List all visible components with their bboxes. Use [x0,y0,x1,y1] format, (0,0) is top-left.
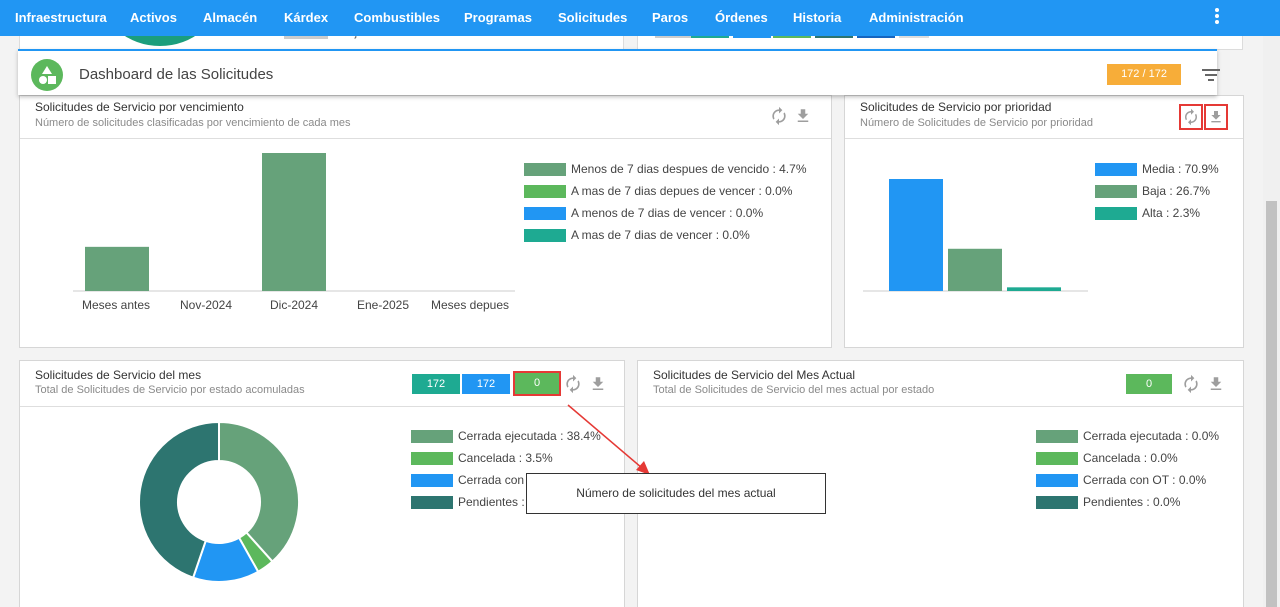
accumulated-badge[interactable]: 172 [462,374,510,394]
scroll-thumb[interactable] [1266,201,1277,607]
refresh-icon[interactable] [562,373,584,395]
bar-chart-prioridad [863,179,1088,292]
annotation-callout: Número de solicitudes del mes actual [526,473,826,514]
bar [1007,287,1061,291]
panel-subtitle: Número de solicitudes clasificadas por v… [35,117,351,129]
x-tick-label: Nov-2024 [179,298,233,312]
nav-activos[interactable]: Activos [130,10,177,25]
nav-administracion[interactable]: Administración [869,10,964,25]
panel-subtitle: Total de Solicitudes de Servicio por est… [35,384,305,396]
nav-infraestructura[interactable]: Infraestructura [15,10,107,25]
panel-title: Solicitudes de Servicio del Mes Actual [653,368,856,382]
download-icon[interactable] [1205,373,1227,395]
shapes-icon [31,59,63,91]
nav-combustibles[interactable]: Combustibles [354,10,440,25]
download-icon[interactable] [792,105,814,127]
legend-swatch-above [284,36,328,39]
more-vert-icon[interactable] [1208,6,1226,26]
filter-list-icon[interactable] [1202,69,1220,83]
donut-chart-mes [138,420,300,583]
x-tick-label: Dic-2024 [269,298,319,312]
count-badge: 172 / 172 [1107,64,1181,85]
nav-paros[interactable]: Paros [652,10,688,25]
panel-title: Solicitudes de Servicio del mes [35,368,202,382]
refresh-icon[interactable] [768,105,790,127]
refresh-icon[interactable] [1179,104,1203,130]
total-badge[interactable]: 172 [412,374,460,394]
bar [948,248,1002,291]
x-tick-label: Meses antes [81,298,151,312]
panel-subtitle: Número de Solicitudes de Servicio por pr… [860,117,1093,129]
month-badge[interactable]: 0 [513,371,561,396]
nav-programas[interactable]: Programas [464,10,532,25]
nav-almacen[interactable]: Almacén [203,10,257,25]
panel-header: Solicitudes de Servicio por vencimiento … [20,96,831,139]
panel-vencimiento: Solicitudes de Servicio por vencimiento … [19,95,832,348]
x-tick-label: Ene-2025 [356,298,410,312]
nav-kardex[interactable]: Kárdex [284,10,328,25]
download-icon[interactable] [587,373,609,395]
panel-header: Solicitudes de Servicio del Mes Actual T… [638,361,1243,407]
page-title: Dashboard de las Solicitudes [79,66,274,83]
panel-above-right [637,36,1243,50]
panel-subtitle: Total de Solicitudes de Servicio del mes… [653,384,935,396]
bar [262,153,326,291]
month-badge[interactable]: 0 [1126,374,1172,394]
vertical-scrollbar[interactable] [1263,36,1280,607]
nav-historia[interactable]: Historia [793,10,841,25]
dashboard-header: Dashboard de las Solicitudes 172 / 172 [18,49,1220,95]
x-tick-label: Meses depues [430,298,510,312]
top-navigation: Infraestructura Activos Almacén Kárdex C… [0,0,1280,36]
panel-prioridad: Solicitudes de Servicio por prioridad Nú… [844,95,1244,348]
bar [889,179,943,291]
refresh-icon[interactable] [1180,373,1202,395]
download-icon[interactable] [1204,104,1228,130]
panel-title: Solicitudes de Servicio por prioridad [860,100,1052,114]
bar [85,246,149,291]
nav-ordenes[interactable]: Órdenes [715,10,768,25]
panel-header: Solicitudes de Servicio del mes Total de… [20,361,624,407]
panel-title: Solicitudes de Servicio por vencimiento [35,100,244,114]
nav-solicitudes[interactable]: Solicitudes [558,10,627,25]
panel-header: Solicitudes de Servicio por prioridad Nú… [845,96,1243,139]
